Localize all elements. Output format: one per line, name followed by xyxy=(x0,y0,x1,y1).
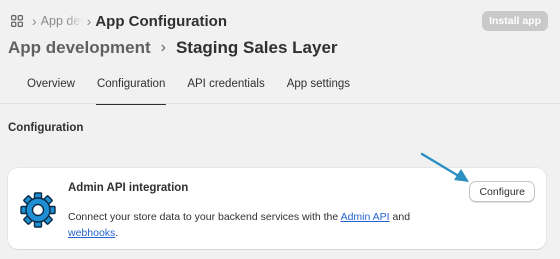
page-title: App development › Staging Sales Layer xyxy=(8,36,338,60)
apps-grid-icon[interactable] xyxy=(10,14,24,28)
webhooks-link[interactable]: webhooks xyxy=(68,227,115,239)
page-title-separator: › xyxy=(160,39,166,56)
page-title-current: Staging Sales Layer xyxy=(175,38,338,57)
app-configuration-page: › App dev › App Configuration Install ap… xyxy=(0,0,560,259)
tab-app-settings[interactable]: App settings xyxy=(276,74,361,103)
tab-overview[interactable]: Overview xyxy=(16,74,86,103)
breadcrumb-separator: › xyxy=(86,13,92,29)
tab-api-credentials[interactable]: API credentials xyxy=(176,74,275,103)
tab-bar: Overview Configuration API credentials A… xyxy=(16,74,361,105)
card-description-middle: and xyxy=(389,211,411,223)
page-title-parent-link[interactable]: App development xyxy=(8,38,151,58)
breadcrumb-current: App Configuration xyxy=(95,12,227,30)
tab-configuration[interactable]: Configuration xyxy=(86,74,176,105)
card-description-suffix: . xyxy=(115,227,119,239)
card-description: Connect your store data to your backend … xyxy=(68,209,468,241)
arrow-pointer-icon xyxy=(420,152,469,182)
breadcrumb-app-development-link[interactable]: App dev xyxy=(41,14,83,28)
card-title: Admin API integration xyxy=(68,182,189,194)
breadcrumb-separator: › xyxy=(32,13,37,29)
gear-icon xyxy=(20,192,56,228)
configure-button[interactable]: Configure xyxy=(469,181,535,202)
tabs-divider xyxy=(0,103,560,104)
section-title: Configuration xyxy=(8,122,84,134)
admin-api-link[interactable]: Admin API xyxy=(341,211,390,223)
install-app-button[interactable]: Install app xyxy=(482,11,548,31)
card-description-prefix: Connect your store data to your backend … xyxy=(68,211,341,223)
top-breadcrumb-bar: › App dev › App Configuration Install ap… xyxy=(10,10,548,32)
